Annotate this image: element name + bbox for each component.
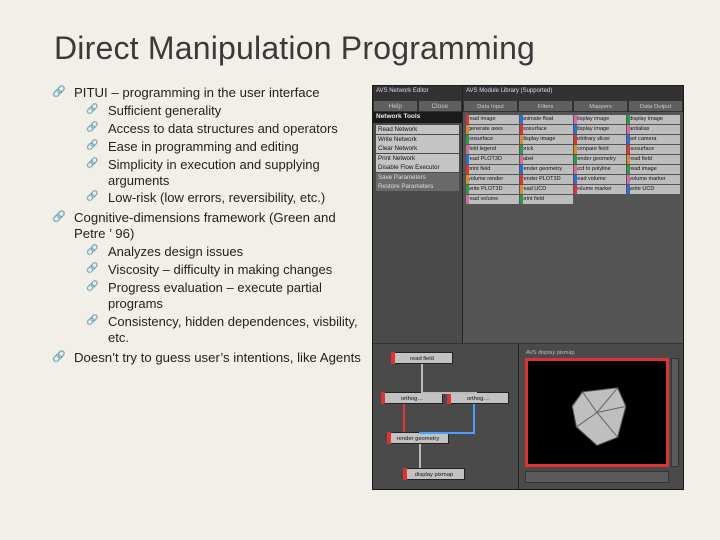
viewer-window: AVS display pixmap	[519, 344, 683, 489]
outline-item: Cognitive-dimensions framework (Green an…	[54, 210, 364, 345]
node-display-pixmap[interactable]: display pixmap	[403, 468, 465, 480]
sidebar-item[interactable]: Read Network	[376, 125, 459, 134]
module-card[interactable]: arbitrary slicer	[574, 135, 627, 144]
figure-column: AVS Network Editor Help Close Network To…	[372, 85, 686, 490]
help-button[interactable]: Help	[373, 100, 418, 112]
sidebar-item[interactable]: Print Network	[376, 154, 459, 163]
module-card[interactable]: read volume	[574, 175, 627, 184]
outline-item: PITUI – programming in the user interfac…	[54, 85, 364, 206]
module-card[interactable]: read image	[466, 115, 519, 124]
module-card[interactable]: read field	[627, 155, 680, 164]
wire	[421, 364, 423, 392]
module-tab[interactable]: Mappers	[573, 100, 628, 112]
outline-subitem: Sufficient generality	[88, 103, 364, 119]
module-card[interactable]: read PLOT3D	[466, 155, 519, 164]
module-card[interactable]: write UCD	[627, 185, 680, 194]
slide-title: Direct Manipulation Programming	[54, 30, 686, 67]
module-card[interactable]: antialias	[627, 125, 680, 134]
module-card[interactable]: render geometry	[574, 155, 627, 164]
outline-list: PITUI – programming in the user interfac…	[54, 85, 364, 366]
module-card[interactable]: volume marker	[627, 175, 680, 184]
network-tools-list: Read NetworkWrite NetworkClear NetworkPr…	[373, 123, 462, 343]
module-card[interactable]: display image	[627, 115, 680, 124]
outline-subitem: Viscosity – difficulty in making changes	[88, 262, 364, 278]
outline-column: PITUI – programming in the user interfac…	[54, 85, 364, 370]
module-tab[interactable]: Filters	[518, 100, 573, 112]
outline-sublist: Sufficient generality Access to data stru…	[74, 103, 364, 206]
viewport[interactable]	[525, 358, 669, 467]
avs-top-panels: AVS Network Editor Help Close Network To…	[373, 86, 683, 344]
module-card[interactable]: compare field	[574, 145, 627, 154]
module-card[interactable]: isosurface	[520, 125, 573, 134]
sidebar-item[interactable]: Disable Flow Executor	[376, 163, 459, 172]
network-tools-header: Network Tools	[373, 112, 462, 123]
module-card[interactable]: display image	[520, 135, 573, 144]
sidebar-item[interactable]: Clear Network	[376, 144, 459, 153]
network-editor-title: AVS Network Editor	[373, 86, 462, 100]
outline-subitem: Low-risk (low errors, reversibility, etc…	[88, 190, 364, 206]
module-card[interactable]: render geometry	[520, 165, 573, 174]
vertical-slider[interactable]	[671, 358, 679, 467]
module-card[interactable]: label	[520, 155, 573, 164]
network-workspace[interactable]: read field orthog… orthog… render geomet…	[373, 344, 519, 489]
module-grid: read imageanimate floatdisplay imagedisp…	[463, 112, 683, 343]
outline-subitem: Consistency, hidden dependences, visbili…	[88, 314, 364, 346]
module-card[interactable]: brick	[520, 145, 573, 154]
outline-subitem: Ease in programming and editing	[88, 139, 364, 155]
wire	[419, 444, 421, 468]
rendered-geometry-icon	[528, 361, 666, 464]
sidebar-item[interactable]: Save Parameters	[376, 173, 459, 182]
module-card[interactable]: print field	[466, 165, 519, 174]
module-card[interactable]: generate axes	[466, 125, 519, 134]
module-card[interactable]: isosurface	[627, 145, 680, 154]
node-read-field[interactable]: read field	[391, 352, 453, 364]
close-button[interactable]: Close	[418, 100, 463, 112]
module-library-title: AVS Module Library (Supported)	[463, 86, 683, 100]
sidebar-item[interactable]: Restore Parameters	[376, 182, 459, 191]
module-tab[interactable]: Data Output	[628, 100, 683, 112]
module-card[interactable]: display image	[574, 115, 627, 124]
module-library-tabs: Data InputFiltersMappersData Output	[463, 100, 683, 112]
horizontal-slider[interactable]	[525, 471, 669, 483]
module-card[interactable]: ucd to polyline	[574, 165, 627, 174]
module-card[interactable]: display image	[574, 125, 627, 134]
module-card[interactable]: volume marker	[574, 185, 627, 194]
viewer-title: AVS display pixmap	[523, 348, 679, 358]
module-card[interactable]: read volume	[466, 195, 519, 204]
wire	[473, 404, 475, 432]
wire	[421, 392, 477, 394]
wire	[403, 404, 405, 432]
outline-subitem: Access to data structures and operators	[88, 121, 364, 137]
sidebar-item[interactable]: Write Network	[376, 135, 459, 144]
module-card[interactable]: animate float	[520, 115, 573, 124]
module-card[interactable]: isosurface	[466, 135, 519, 144]
slide-body: PITUI – programming in the user interfac…	[54, 85, 686, 490]
avs-bottom-panels: read field orthog… orthog… render geomet…	[373, 344, 683, 489]
outline-sublist: Analyzes design issues Viscosity – diffic…	[74, 244, 364, 345]
module-tab[interactable]: Data Input	[463, 100, 518, 112]
module-card[interactable]: read image	[627, 165, 680, 174]
avs-screenshot: AVS Network Editor Help Close Network To…	[372, 85, 684, 490]
outline-subitem: Analyzes design issues	[88, 244, 364, 260]
outline-item: Doesn’t try to guess user’s intentions, …	[54, 350, 364, 366]
module-library-window: AVS Module Library (Supported) Data Inpu…	[463, 86, 683, 343]
module-card[interactable]: write PLOT3D	[466, 185, 519, 194]
wire	[419, 432, 475, 434]
module-card[interactable]: volume render	[466, 175, 519, 184]
outline-subitem: Progress evaluation – execute partial pr…	[88, 280, 364, 312]
outline-subitem: Simplicity in execution and supplying ar…	[88, 157, 364, 189]
module-card[interactable]: read UCD	[520, 185, 573, 194]
module-card[interactable]: set camera	[627, 135, 680, 144]
module-card[interactable]: render PLOT3D	[520, 175, 573, 184]
module-card[interactable]: field legend	[466, 145, 519, 154]
network-editor-window: AVS Network Editor Help Close Network To…	[373, 86, 463, 343]
module-card[interactable]: print field	[520, 195, 573, 204]
